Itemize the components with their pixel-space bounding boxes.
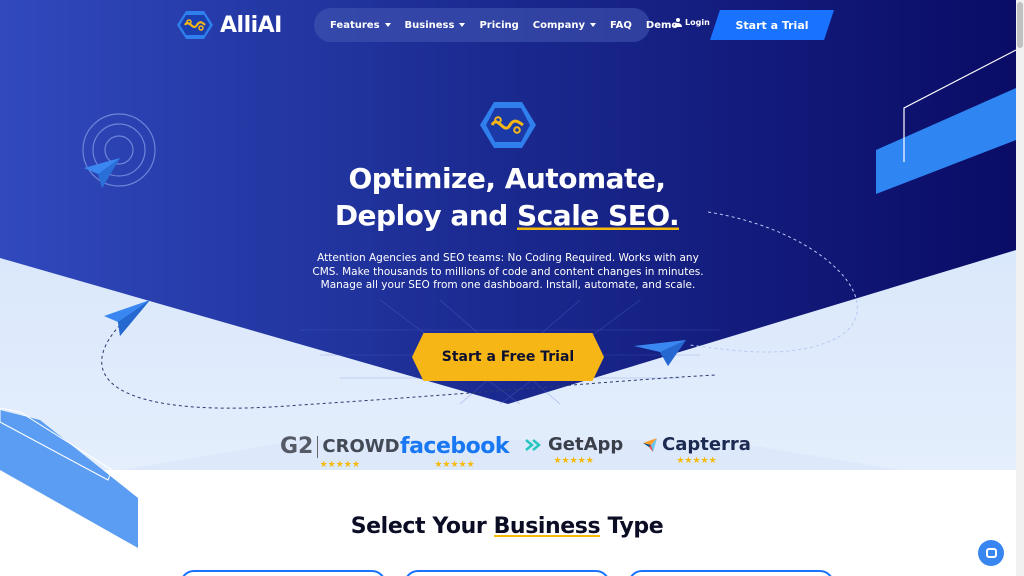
nav-label: Company bbox=[532, 19, 585, 31]
review-capterra[interactable]: Capterra ★★★★★ bbox=[642, 434, 751, 466]
facebook-logo: facebook bbox=[400, 434, 510, 459]
nav-label: Business bbox=[404, 19, 455, 31]
alliai-emblem-icon bbox=[480, 102, 536, 148]
review-facebook[interactable]: facebook ★★★★★ bbox=[400, 434, 510, 470]
section-title-end: Type bbox=[600, 514, 664, 539]
chevron-down-icon bbox=[589, 23, 596, 27]
getapp-chevron-icon bbox=[525, 438, 541, 451]
login-label: Login bbox=[685, 18, 710, 27]
brand-name: AlliAI bbox=[220, 12, 282, 38]
nav-item-pricing[interactable]: Pricing bbox=[479, 20, 518, 31]
page: AlliAI Features Business Pricing Company… bbox=[0, 0, 1016, 576]
star-rating: ★★★★★ bbox=[553, 456, 594, 466]
nav-label: FAQ bbox=[609, 19, 632, 31]
star-rating: ★★★★★ bbox=[319, 460, 360, 470]
hero-subtext: Attention Agencies and SEO teams: No Cod… bbox=[312, 252, 704, 292]
alliai-logo-icon bbox=[177, 11, 213, 39]
review-g2-crowd[interactable]: G2 CROWD ★★★★★ bbox=[280, 434, 400, 470]
start-free-trial-button[interactable]: Start a Free Trial bbox=[412, 333, 604, 381]
headline-line-2-start: Deploy and bbox=[334, 199, 518, 232]
business-type-card[interactable] bbox=[180, 570, 386, 576]
g2-crowd-logo: G2 CROWD bbox=[280, 434, 400, 459]
section-title-highlight: Business bbox=[493, 514, 601, 539]
headline-highlight: Scale SEO. bbox=[517, 199, 680, 232]
chevron-down-icon bbox=[459, 23, 466, 27]
capterra-logo: Capterra bbox=[642, 434, 751, 455]
divider bbox=[317, 435, 319, 458]
business-type-card[interactable] bbox=[628, 570, 834, 576]
review-name: Capterra bbox=[662, 434, 751, 455]
chevron-down-icon bbox=[384, 23, 391, 27]
nav-item-business[interactable]: Business bbox=[405, 20, 466, 31]
g2-mark: G2 bbox=[280, 434, 314, 459]
capterra-arrow-icon bbox=[643, 437, 657, 452]
nav-item-company[interactable]: Company bbox=[533, 20, 596, 31]
nav-item-features[interactable]: Features bbox=[330, 20, 391, 31]
brand-logo[interactable]: AlliAI bbox=[176, 8, 296, 42]
getapp-logo: GetApp bbox=[524, 434, 623, 455]
chat-icon bbox=[985, 548, 997, 558]
nav-item-faq[interactable]: FAQ bbox=[610, 20, 632, 31]
scrollbar[interactable] bbox=[1016, 0, 1024, 576]
headline-line-2: Deploy and Scale SEO. bbox=[300, 197, 714, 234]
star-rating: ★★★★★ bbox=[434, 460, 475, 470]
chat-button[interactable] bbox=[978, 540, 1004, 566]
review-getapp[interactable]: GetApp ★★★★★ bbox=[524, 434, 623, 466]
headline-line-1: Optimize, Automate, bbox=[348, 162, 666, 195]
login-link[interactable]: Login bbox=[674, 18, 710, 27]
business-type-card[interactable] bbox=[404, 570, 610, 576]
scrollbar-thumb[interactable] bbox=[1017, 2, 1023, 48]
paper-plane-icon bbox=[634, 340, 686, 366]
section-title: Select Your Business Type bbox=[300, 514, 714, 539]
hero-headline: Optimize, Automate, Deploy and Scale SEO… bbox=[300, 160, 714, 234]
review-name: CROWD bbox=[322, 436, 400, 457]
review-name: GetApp bbox=[548, 434, 624, 455]
nav-label: Features bbox=[330, 19, 380, 31]
nav-label: Pricing bbox=[479, 19, 519, 31]
star-rating: ★★★★★ bbox=[676, 456, 717, 466]
start-trial-button[interactable]: Start a Trial bbox=[710, 10, 834, 40]
paper-plane-icon bbox=[104, 300, 150, 336]
user-icon bbox=[674, 18, 682, 27]
section-title-start: Select Your bbox=[350, 514, 494, 539]
main-nav: Features Business Pricing Company FAQ De… bbox=[314, 8, 678, 42]
paper-plane-icon bbox=[84, 158, 120, 188]
